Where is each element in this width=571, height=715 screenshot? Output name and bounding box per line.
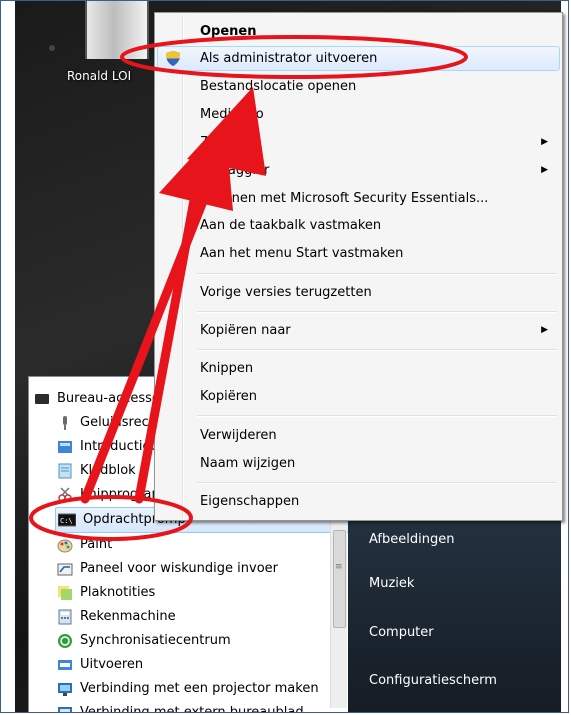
highlight-ellipse-administrator bbox=[120, 35, 468, 79]
screenshot-frame: Ronald LOI Bureau-accessoires Geluidsrec… bbox=[0, 0, 569, 713]
highlight-ellipse-opdrachtprompt bbox=[29, 495, 193, 541]
red-arrow bbox=[134, 121, 233, 504]
annotation-overlay bbox=[29, 35, 468, 541]
